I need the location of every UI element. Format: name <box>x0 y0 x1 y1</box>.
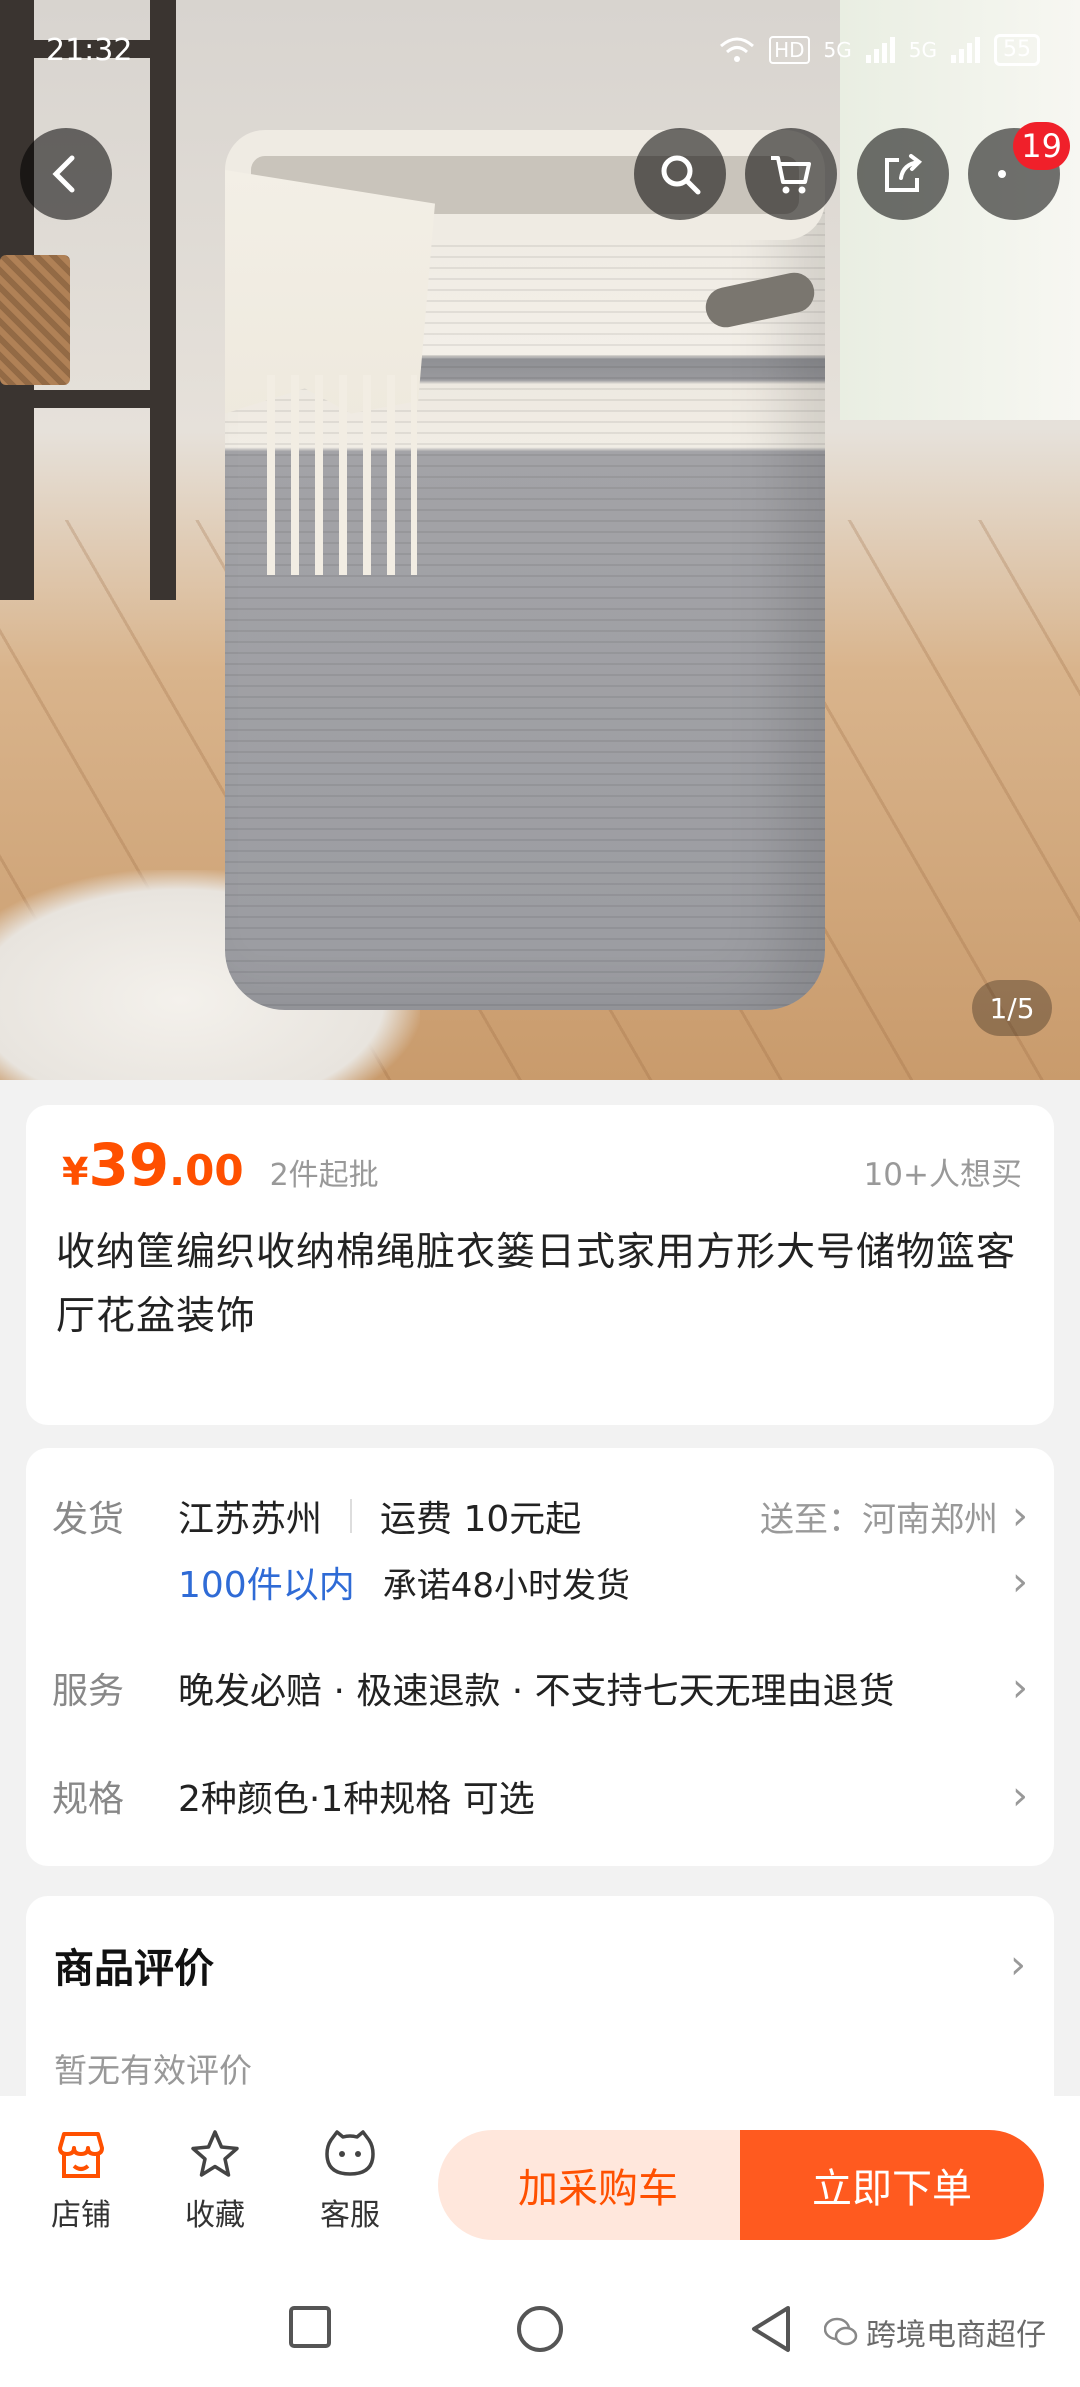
network-5g-label: 5G <box>823 38 852 62</box>
watermark: 跨境电商超仔 <box>824 2310 1046 2354</box>
shipping-promise-row[interactable]: 100件以内 承诺48小时发货 › <box>52 1556 1028 1608</box>
message-count-badge: 19 <box>1013 122 1070 170</box>
add-to-cart-button[interactable]: 加采购车 <box>438 2130 758 2240</box>
signal-icon <box>865 37 895 63</box>
shipping-quantity: 100件以内 <box>178 1565 355 1606</box>
search-icon <box>661 155 701 195</box>
chevron-left-icon <box>52 155 75 193</box>
product-photo-basket <box>225 130 845 1010</box>
status-time: 21:32 <box>46 32 133 68</box>
deliver-to: 送至：河南郑州 <box>760 1499 998 1540</box>
chevron-right-icon: › <box>1012 1665 1028 1711</box>
customer-service-label: 客服 <box>320 2198 380 2233</box>
shipping-row[interactable]: 发货 江苏苏州 运费 10元起 送至：河南郑州 › <box>52 1490 1028 1542</box>
buy-now-button[interactable]: 立即下单 <box>740 2130 1044 2240</box>
currency-symbol: ¥ <box>62 1150 89 1194</box>
price-title-card: ¥ 39 .00 2件起批 10+人想买 收纳筐编织收纳棉绳脏衣篓日式家用方形大… <box>26 1105 1054 1425</box>
home-icon[interactable] <box>515 2304 565 2354</box>
favorite-label: 收藏 <box>185 2198 245 2233</box>
chevron-right-icon: › <box>1010 1942 1026 1988</box>
back-button[interactable] <box>20 128 112 220</box>
wechat-icon <box>824 2317 858 2346</box>
store-button[interactable]: 店铺 <box>26 2126 136 2234</box>
chevron-right-icon: › <box>1012 1493 1028 1539</box>
shipping-label: 发货 <box>52 1499 125 1540</box>
more-button[interactable]: 19 <box>968 122 1070 220</box>
cart-button[interactable] <box>745 128 837 220</box>
chevron-right-icon: › <box>1012 1773 1028 1819</box>
star-icon <box>191 2130 239 2177</box>
hd-indicator: HD <box>769 36 810 64</box>
product-detail-screen: 1/5 21:32 HD 5G 5G 55 19 ¥ 39 .00 2件起批 1… <box>0 0 1080 2387</box>
spec-text: 2种颜色·1种规格 可选 <box>178 1779 535 1820</box>
bottom-action-bar: 店铺 收藏 客服 加采购车 立即下单 <box>0 2096 1080 2276</box>
battery-icon: 55 <box>994 34 1040 66</box>
signal-icon-2 <box>951 37 980 63</box>
min-order-quantity: 2件起批 <box>269 1158 379 1193</box>
spec-row[interactable]: 规格 2种颜色·1种规格 可选 › <box>52 1770 1028 1822</box>
customer-service-button[interactable]: 客服 <box>295 2126 405 2234</box>
price-decimal: .00 <box>169 1146 244 1195</box>
shipping-origin: 江苏苏州 <box>178 1499 323 1540</box>
service-text: 晚发必赔 · 极速退款 · 不支持七天无理由退货 <box>178 1671 895 1712</box>
price-integer: 39 <box>88 1131 170 1199</box>
share-button[interactable] <box>857 128 949 220</box>
shipping-fee: 运费 10元起 <box>380 1499 582 1540</box>
cart-icon <box>771 156 811 194</box>
status-bar: 21:32 HD 5G 5G 55 <box>0 0 1080 100</box>
wanted-count: 10+人想买 <box>863 1157 1022 1193</box>
image-counter: 1/5 <box>972 980 1052 1036</box>
service-row[interactable]: 服务 晚发必赔 · 极速退款 · 不支持七天无理由退货 › <box>52 1662 1028 1714</box>
network-5g-label-2: 5G <box>908 38 937 62</box>
chat-face-icon <box>325 2130 375 2176</box>
product-title: 收纳筐编织收纳棉绳脏衣篓日式家用方形大号储物篮客厅花盆装饰 <box>56 1230 1017 1339</box>
back-nav-icon[interactable] <box>748 2304 794 2354</box>
shipping-promise: 承诺48小时发货 <box>382 1565 630 1606</box>
system-nav-bar: 跨境电商超仔 <box>0 2276 1080 2387</box>
search-button[interactable] <box>634 128 726 220</box>
spec-label: 规格 <box>52 1779 125 1820</box>
favorite-button[interactable]: 收藏 <box>160 2126 270 2234</box>
info-card: 发货 江苏苏州 运费 10元起 送至：河南郑州 › 100件以内 承诺48小时发… <box>26 1448 1054 1866</box>
reviews-title: 商品评价 <box>54 1946 214 1992</box>
service-label: 服务 <box>52 1671 125 1712</box>
watermark-text: 跨境电商超仔 <box>866 2318 1046 2353</box>
store-label: 店铺 <box>51 2198 111 2233</box>
share-icon <box>885 154 923 192</box>
wifi-icon <box>720 37 755 62</box>
store-icon <box>58 2132 104 2178</box>
recent-apps-icon[interactable] <box>287 2304 333 2350</box>
reviews-empty-text: 暂无有效评价 <box>54 2051 252 2090</box>
chevron-right-icon: › <box>1012 1559 1028 1605</box>
divider <box>350 1499 353 1533</box>
